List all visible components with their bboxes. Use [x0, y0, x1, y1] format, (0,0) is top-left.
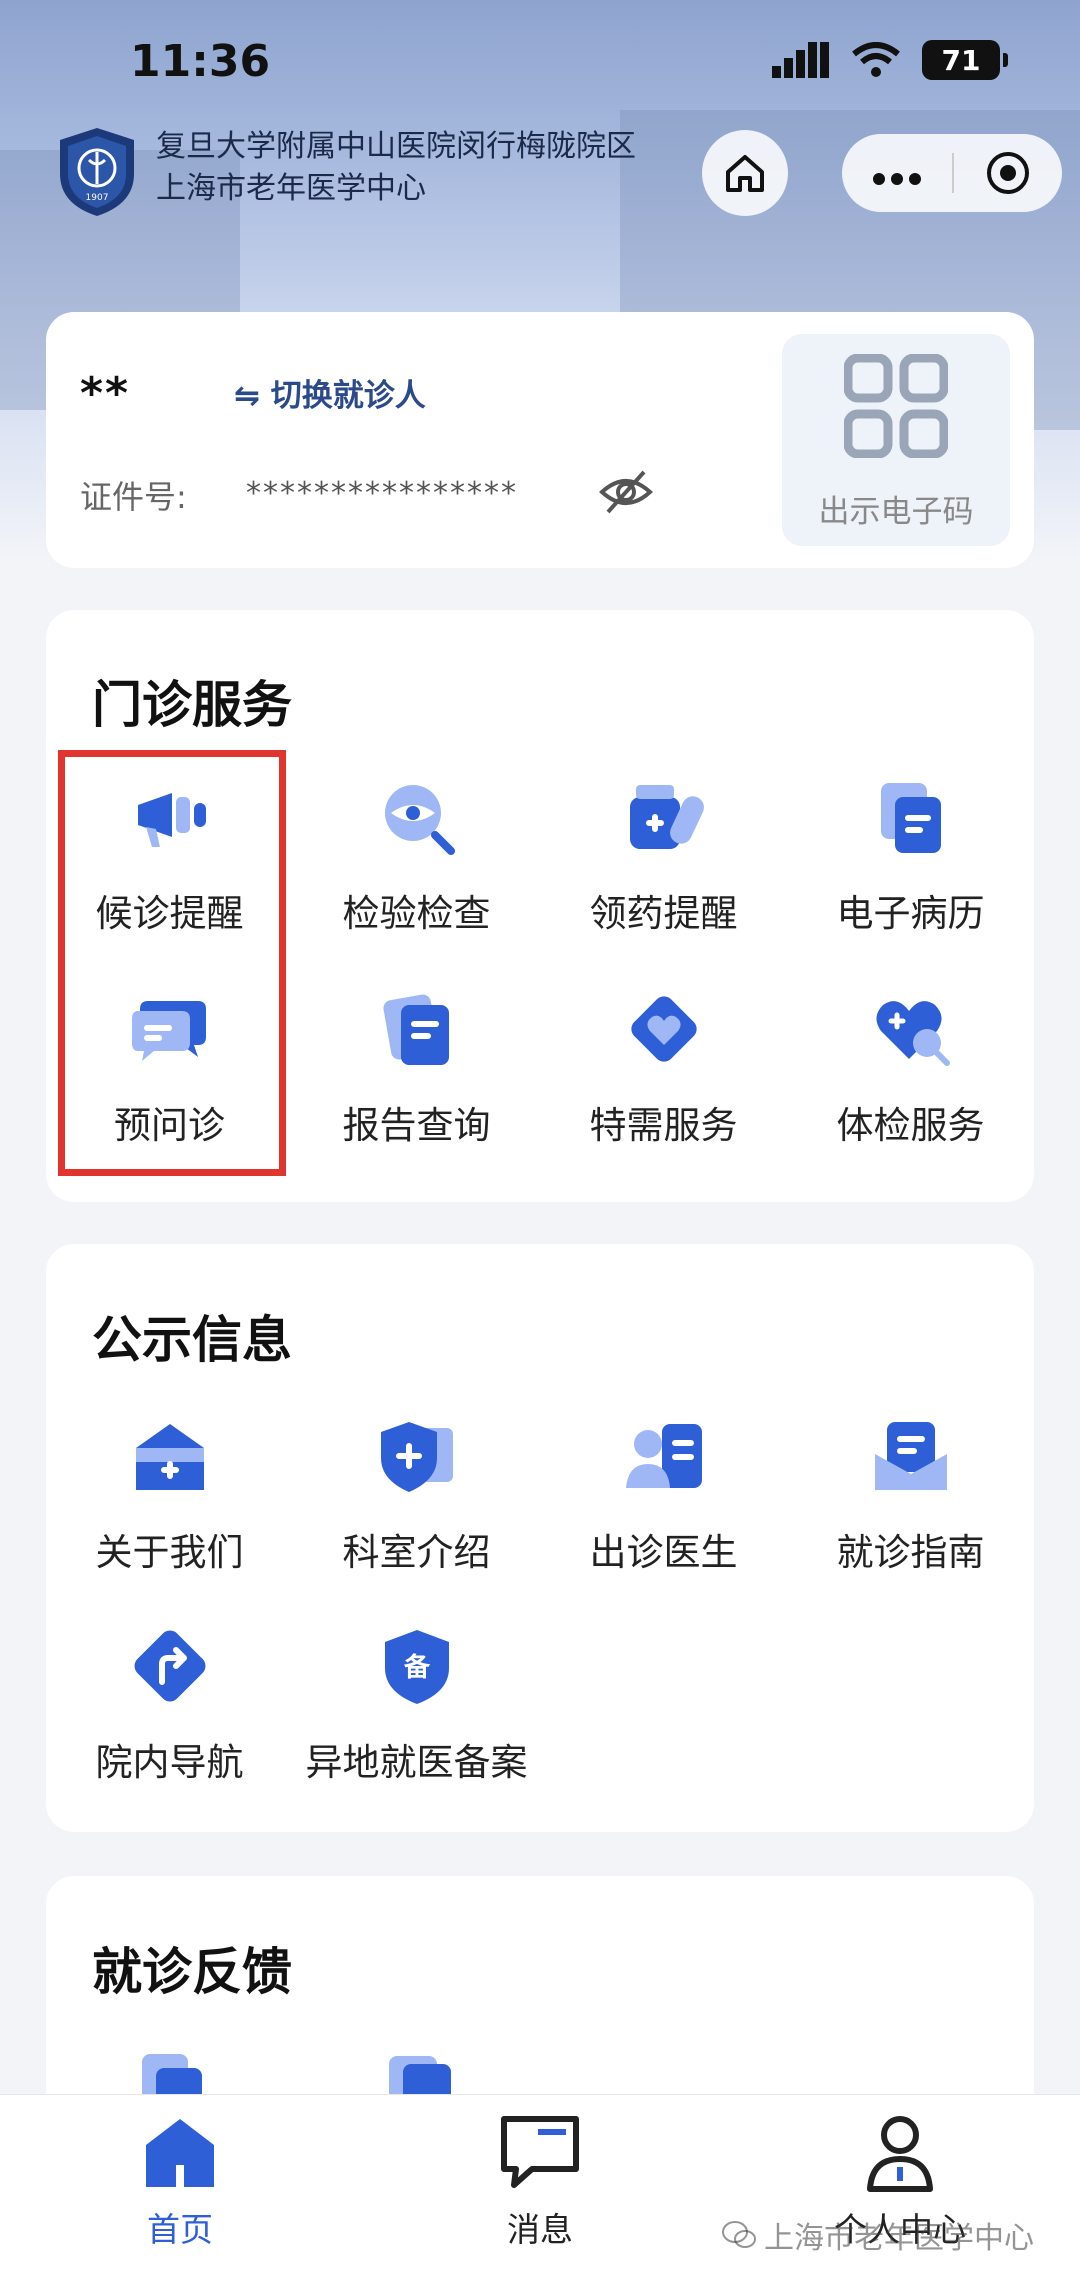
- service-label: 报告查询: [342, 1104, 491, 1147]
- info-label: 异地就医备案: [305, 1741, 528, 1784]
- person-icon: [867, 2116, 933, 2192]
- tab-messages[interactable]: 消息: [440, 2109, 640, 2251]
- service-e-records[interactable]: 电子病历: [787, 775, 1034, 937]
- target-circle-icon: [987, 152, 1029, 194]
- heart-search-icon: [875, 1001, 950, 1066]
- filing-badge-char: 备: [402, 1653, 430, 1683]
- info-department-intro[interactable]: 科室介绍: [293, 1414, 540, 1576]
- bottom-tab-bar: 首页 消息 个人中心: [0, 2094, 1080, 2293]
- info-remote-filing[interactable]: 备 异地就医备案: [293, 1624, 540, 1786]
- outpatient-section-title: 门诊服务: [92, 676, 292, 734]
- home-icon: [726, 155, 764, 192]
- mini-program-header: 1907 复旦大学附属中山医院闵行梅陇院区 上海市老年医学中心: [0, 120, 1080, 230]
- switch-patient-link[interactable]: ⇋ 切换就诊人: [234, 370, 426, 415]
- info-label: 出诊医生: [589, 1531, 738, 1574]
- report-icon: [382, 994, 449, 1065]
- medicine-icon: [629, 785, 704, 849]
- info-about-us[interactable]: 关于我们: [46, 1414, 293, 1576]
- message-icon: [501, 2116, 579, 2188]
- close-program-button[interactable]: [954, 150, 1062, 196]
- show-e-code-label: 出示电子码: [818, 494, 974, 530]
- home-button[interactable]: [702, 130, 788, 216]
- records-icon: [880, 783, 941, 853]
- public-info-card: 公示信息 关于我们 科室介绍 出诊医生 就诊指南 院内导航 备 异地就医备案: [46, 1244, 1034, 1832]
- heart-diamond-icon: [630, 996, 697, 1062]
- service-label: 电子病历: [836, 892, 985, 935]
- hospital-icon: [135, 1424, 204, 1490]
- service-report-query[interactable]: 报告查询: [293, 987, 540, 1149]
- guide-icon: [874, 1422, 947, 1490]
- patient-card: ** ⇋ 切换就诊人 证件号: **************** 出示电子码: [46, 312, 1034, 568]
- feedback-section-title: 就诊反馈: [92, 1943, 292, 2001]
- service-label: 体检服务: [836, 1104, 985, 1147]
- tab-label: 首页: [147, 2210, 213, 2249]
- info-doctors-on-duty[interactable]: 出诊医生: [540, 1414, 787, 1576]
- service-lab-tests[interactable]: 检验检查: [293, 775, 540, 937]
- show-e-code-button[interactable]: 出示电子码: [782, 334, 1010, 546]
- info-label: 就诊指南: [836, 1531, 985, 1574]
- info-visit-guide[interactable]: 就诊指南: [787, 1414, 1034, 1576]
- patient-name: **: [80, 368, 131, 419]
- id-label: 证件号:: [80, 478, 187, 516]
- wifi-icon: [852, 42, 900, 77]
- service-label: 检验检查: [342, 892, 491, 935]
- highlight-annotation-box: [58, 750, 286, 1176]
- doctor-icon: [625, 1424, 702, 1488]
- hospital-name-line1: 复旦大学附属中山医院闵行梅陇院区: [156, 129, 636, 164]
- tab-home[interactable]: 首页: [80, 2109, 280, 2251]
- info-label: 院内导航: [95, 1741, 244, 1784]
- hospital-name-line2: 上海市老年医学中心: [156, 171, 426, 206]
- more-button[interactable]: [842, 153, 952, 193]
- status-icons: 71: [772, 40, 1008, 80]
- filing-badge-icon: 备: [384, 1630, 449, 1704]
- hospital-name: 复旦大学附属中山医院闵行梅陇院区 上海市老年医学中心: [156, 126, 636, 210]
- info-indoor-navigation[interactable]: 院内导航: [46, 1624, 293, 1786]
- battery-indicator: 71: [922, 40, 1008, 80]
- watermark-text: 上海市老年医学中心: [764, 2221, 1034, 2256]
- service-medicine-reminder[interactable]: 领药提醒: [540, 775, 787, 937]
- status-bar: 11:36 71: [0, 0, 1080, 120]
- status-time: 11:36: [130, 36, 271, 87]
- home-tab-icon: [146, 2119, 214, 2187]
- info-label: 科室介绍: [342, 1531, 491, 1574]
- eye-hidden-icon[interactable]: [598, 464, 654, 520]
- tab-label: 消息: [507, 2210, 573, 2249]
- public-info-section-title: 公示信息: [92, 1311, 292, 1369]
- magnifier-eye-icon: [384, 785, 455, 855]
- hospital-logo-icon: 1907: [60, 128, 134, 216]
- logo-year: 1907: [86, 193, 109, 203]
- watermark: 上海市老年医学中心: [722, 2213, 1034, 2257]
- qr-code-icon: [844, 354, 948, 458]
- wechat-logo-icon: [722, 2221, 756, 2248]
- id-number-masked: ****************: [246, 476, 518, 511]
- info-label: 关于我们: [95, 1531, 244, 1574]
- mini-program-capsule: [842, 134, 1062, 212]
- service-label: 特需服务: [589, 1104, 738, 1147]
- navigation-icon: [134, 1630, 205, 1702]
- service-physical-exam[interactable]: 体检服务: [787, 987, 1034, 1149]
- service-label: 领药提醒: [589, 892, 738, 935]
- shield-cross-icon: [380, 1422, 453, 1492]
- service-special-needs[interactable]: 特需服务: [540, 987, 787, 1149]
- cellular-signal-icon: [772, 42, 829, 78]
- more-dots-icon: [873, 173, 921, 185]
